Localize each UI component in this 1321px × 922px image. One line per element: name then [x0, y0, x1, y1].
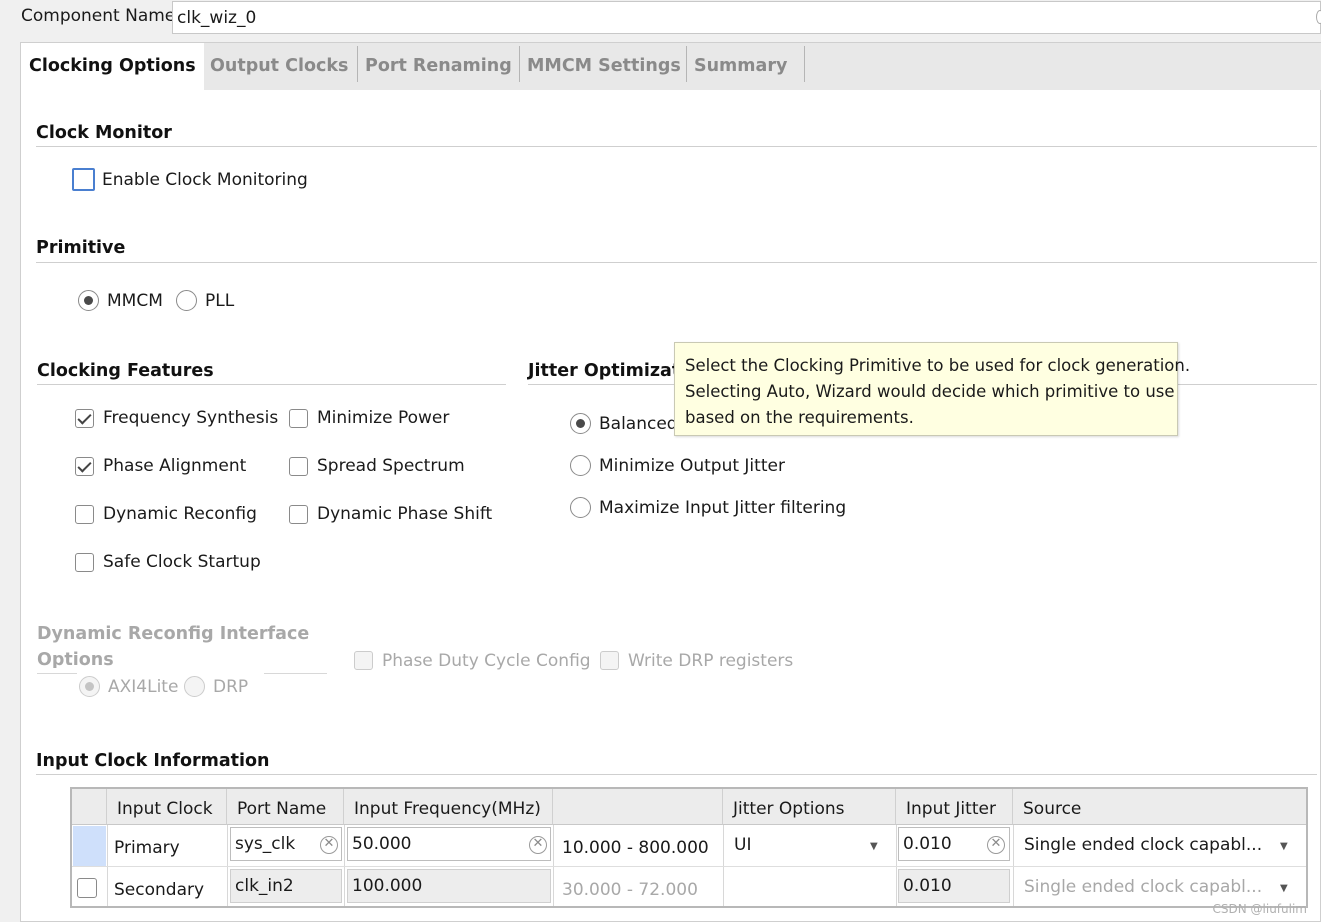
table-header: Source — [1013, 789, 1306, 825]
balanced-label: Balanced — [599, 414, 678, 434]
tab-clocking-options[interactable]: Clocking Options — [21, 43, 204, 90]
clock-monitor-heading: Clock Monitor — [36, 123, 172, 143]
minimize-power-checkbox[interactable] — [289, 409, 308, 428]
section-divider — [37, 384, 506, 385]
row-select-indicator[interactable] — [73, 826, 106, 866]
secondary-enable-checkbox[interactable] — [77, 878, 97, 898]
axi4lite-radio[interactable] — [79, 676, 100, 697]
pll-label: PLL — [205, 291, 235, 311]
safe-clock-startup-label: Safe Clock Startup — [103, 552, 261, 572]
scroll-indicator[interactable] — [1316, 10, 1321, 24]
source-select[interactable]: Single ended clock capabl... — [1024, 835, 1262, 855]
source-select[interactable]: Single ended clock capabl... — [1024, 877, 1262, 897]
primitive-tooltip: Select the Clocking Primitive to be used… — [674, 342, 1191, 436]
frequency-range: 30.000 - 72.000 — [562, 880, 698, 900]
mmcm-label: MMCM — [107, 291, 163, 311]
table-header: Input Clock — [107, 789, 227, 825]
input-clock-name: Primary — [114, 838, 180, 858]
minimize-power-label: Minimize Power — [317, 408, 450, 428]
port-name-input[interactable]: clk_in2 — [230, 869, 342, 903]
safe-clock-startup-checkbox[interactable] — [75, 553, 94, 572]
enable-clock-monitoring-checkbox[interactable] — [72, 168, 95, 191]
input-frequency-input[interactable]: 100.000 — [347, 869, 551, 903]
minimize-output-jitter-radio[interactable] — [570, 455, 591, 476]
dynamic-reconfig-checkbox[interactable] — [75, 505, 94, 524]
table-header: Input Jitter — [896, 789, 1013, 825]
input-clock-name: Secondary — [114, 880, 205, 900]
tab-separator — [804, 46, 805, 82]
section-divider — [36, 774, 1317, 775]
chevron-down-icon[interactable]: ▼ — [1280, 841, 1288, 852]
section-divider — [264, 673, 327, 674]
table-header-select — [72, 789, 107, 825]
pll-radio[interactable] — [176, 290, 197, 311]
write-drp-registers-checkbox[interactable] — [600, 651, 619, 670]
tab-port-renaming[interactable]: Port Renaming — [357, 43, 519, 90]
phase-duty-cycle-checkbox[interactable] — [354, 651, 373, 670]
spread-spectrum-checkbox[interactable] — [289, 457, 308, 476]
spread-spectrum-label: Spread Spectrum — [317, 456, 465, 476]
section-divider — [37, 673, 77, 674]
input-clock-heading: Input Clock Information — [36, 751, 270, 771]
dynamic-phase-shift-checkbox[interactable] — [289, 505, 308, 524]
tab-summary[interactable]: Summary — [686, 43, 804, 90]
drp-label: DRP — [213, 677, 249, 697]
drp-radio[interactable] — [184, 676, 205, 697]
table-header — [553, 789, 723, 825]
clear-icon[interactable]: ✕ — [320, 836, 338, 854]
maximize-input-jitter-radio[interactable] — [570, 497, 591, 518]
write-drp-registers-label: Write DRP registers — [628, 651, 794, 671]
mmcm-radio[interactable] — [78, 290, 99, 311]
watermark: CSDN @liufulim — [1212, 902, 1308, 916]
row-divider — [72, 866, 1306, 867]
frequency-range: 10.000 - 800.000 — [562, 838, 709, 858]
table-header: Jitter Options — [723, 789, 896, 825]
section-divider — [36, 262, 1317, 263]
tooltip-line: based on the requirements. — [685, 408, 914, 427]
phase-alignment-label: Phase Alignment — [103, 456, 247, 476]
jitter-optimization-heading: Jitter Optimizatio — [528, 361, 699, 381]
dynamic-reconfig-label: Dynamic Reconfig — [103, 504, 257, 524]
tab-output-clocks[interactable]: Output Clocks — [202, 43, 357, 90]
axi4lite-label: AXI4Lite — [108, 677, 179, 697]
chevron-down-icon[interactable]: ▼ — [870, 841, 878, 852]
input-jitter-input[interactable]: 0.010 — [898, 869, 1010, 903]
frequency-synthesis-checkbox[interactable] — [75, 409, 94, 428]
minimize-output-jitter-label: Minimize Output Jitter — [599, 456, 785, 476]
input-frequency-input[interactable]: 50.000 — [347, 827, 551, 861]
component-name-label: Component Name — [21, 6, 176, 26]
chevron-down-icon[interactable]: ▼ — [1280, 883, 1288, 894]
clear-icon[interactable]: ✕ — [529, 836, 547, 854]
component-name-input[interactable]: clk_wiz_0 — [172, 1, 1321, 34]
balanced-radio[interactable] — [570, 413, 591, 434]
table-header: Port Name — [227, 789, 344, 825]
drp-interface-heading-options: Options — [37, 650, 114, 668]
tooltip-line: Selecting Auto, Wizard would decide whic… — [685, 382, 1175, 401]
phase-duty-cycle-label: Phase Duty Cycle Config — [382, 651, 591, 671]
phase-alignment-checkbox[interactable] — [75, 457, 94, 476]
clear-icon[interactable]: ✕ — [987, 836, 1005, 854]
drp-interface-heading: Dynamic Reconfig Interface — [37, 624, 310, 644]
section-divider — [36, 146, 1317, 147]
jitter-options-select[interactable]: UI — [734, 835, 751, 855]
clocking-features-heading: Clocking Features — [37, 361, 214, 381]
enable-clock-monitoring-label: Enable Clock Monitoring — [102, 170, 308, 190]
dynamic-phase-shift-label: Dynamic Phase Shift — [317, 504, 493, 524]
primitive-heading: Primitive — [36, 238, 126, 258]
frequency-synthesis-label: Frequency Synthesis — [103, 408, 279, 428]
table-header: Input Frequency(MHz) — [344, 789, 553, 825]
tab-mmcm-settings[interactable]: MMCM Settings — [519, 43, 686, 90]
tooltip-line: Select the Clocking Primitive to be used… — [685, 356, 1191, 375]
maximize-input-jitter-label: Maximize Input Jitter filtering — [599, 498, 847, 518]
